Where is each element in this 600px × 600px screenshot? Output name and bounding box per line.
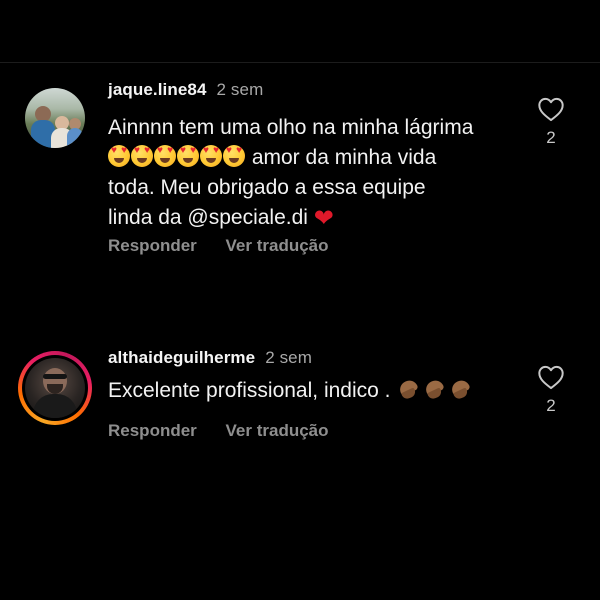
heart-eyes-emoji — [131, 145, 153, 167]
folded-hands-emoji — [396, 379, 420, 401]
heart-eyes-emoji — [108, 145, 130, 167]
comment-line: Ainnnn tem uma olho na minha lágrima — [108, 116, 474, 139]
see-translation-button[interactable]: Ver tradução — [226, 421, 329, 440]
reply-button[interactable]: Responder — [108, 421, 197, 440]
comment-line: linda da @speciale.di ❤ — [108, 203, 528, 234]
folded-hands-emoji — [422, 379, 446, 401]
comment-actions: Responder Ver tradução — [108, 421, 353, 441]
comment-line-text: Excelente profissional, indico . — [108, 379, 391, 402]
avatar[interactable] — [25, 358, 85, 418]
username[interactable]: jaque.line84 2 sem — [108, 80, 263, 100]
heart-eyes-emoji — [200, 145, 222, 167]
username[interactable]: althaideguilherme 2 sem — [108, 348, 312, 368]
username-text[interactable]: jaque.line84 — [108, 80, 207, 99]
reply-button[interactable]: Responder — [108, 236, 197, 255]
like-button[interactable]: 2 — [536, 96, 566, 148]
timestamp: 2 sem — [265, 348, 312, 367]
comment-text: Excelente profissional, indico . — [108, 376, 528, 406]
like-count: 2 — [546, 128, 556, 147]
comment-line-text: linda da @speciale.di — [108, 206, 308, 229]
heart-eyes-emoji — [154, 145, 176, 167]
comment-line-text: amor da minha vida — [246, 146, 437, 169]
top-divider — [0, 62, 600, 63]
folded-hands-emoji — [448, 379, 472, 401]
comment-text: Ainnnn tem uma olho na minha lágrima amo… — [108, 113, 528, 234]
heart-eyes-emoji — [223, 145, 245, 167]
heart-outline-icon[interactable] — [537, 364, 565, 390]
heart-eyes-emoji — [177, 145, 199, 167]
heart-outline-icon[interactable] — [537, 96, 565, 122]
comment-actions: Responder Ver tradução — [108, 236, 353, 256]
avatar[interactable] — [25, 88, 85, 148]
like-button[interactable]: 2 — [536, 364, 566, 416]
comment-line: toda. Meu obrigado a essa equipe — [108, 176, 426, 199]
red-heart-emoji: ❤ — [313, 205, 334, 232]
see-translation-button[interactable]: Ver tradução — [226, 236, 329, 255]
comment-line: amor da minha vida — [108, 143, 528, 173]
like-count: 2 — [546, 396, 556, 415]
timestamp: 2 sem — [216, 80, 264, 99]
username-text[interactable]: althaideguilherme — [108, 348, 255, 367]
